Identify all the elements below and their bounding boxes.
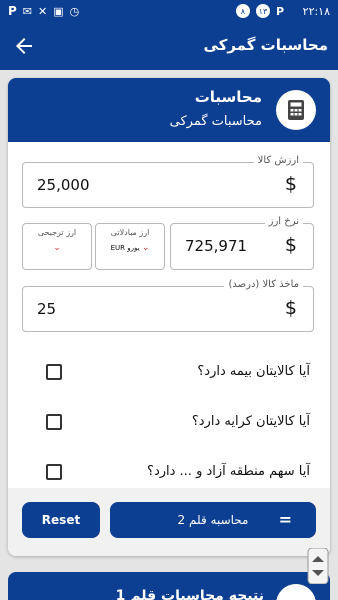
calc-card-footer: Reset محاسبه قلم 2 = xyxy=(8,488,330,556)
freight-checkbox[interactable] xyxy=(46,414,62,430)
freight-question: آیا کالایتان کرایه دارد؟ xyxy=(191,414,310,429)
mail-icon: ✉ xyxy=(22,4,33,18)
preferred-currency-label: ارز ترجیحی xyxy=(37,228,77,237)
status-icons-left: P ✉ ✕ ▣ ◷ xyxy=(8,4,79,18)
insurance-check-row[interactable]: آیا کالایتان بیمه دارد؟ xyxy=(8,354,330,398)
calculate-button[interactable]: محاسبه قلم 2 = xyxy=(110,502,316,538)
scroll-handle-icon[interactable] xyxy=(304,548,332,584)
result-icon xyxy=(276,584,316,600)
equals-icon: = xyxy=(278,510,292,529)
freezone-checkbox[interactable] xyxy=(46,464,62,480)
goods-source-input[interactable]: 25 xyxy=(37,300,56,318)
calc-card-subtitle: محاسبات گمرکی xyxy=(169,114,262,129)
goods-value-field[interactable]: ارزش کالا 25,000 $ xyxy=(22,155,314,208)
goods-source-field[interactable]: ماخذ کالا (درصد) 25 $ xyxy=(22,279,314,332)
p-icon: P xyxy=(275,4,284,18)
page-title: محاسبات گمرکی xyxy=(203,36,328,54)
exchange-currency-select[interactable]: ارز مبادلاتی ⌄ یورو EUR xyxy=(95,223,165,270)
calculator-icon xyxy=(276,90,316,130)
preferred-currency-select[interactable]: ارز ترجیحی ⌄ xyxy=(22,223,92,270)
goods-value-label: ارزش کالا xyxy=(253,155,303,166)
exchange-rate-field[interactable]: نرخ ارز 725,971 $ xyxy=(170,216,314,270)
exchange-currency-value: ⌄ یورو EUR xyxy=(110,243,150,253)
status-bar: P ✉ ✕ ▣ ◷ ۸ ۱۳ P ۲۲:۱۸ xyxy=(0,0,338,24)
freight-check-row[interactable]: آیا کالایتان کرایه دارد؟ xyxy=(8,404,330,448)
notif-badge-2: ۱۳ xyxy=(255,4,270,18)
status-time: ۲۲:۱۸ xyxy=(302,5,330,18)
goods-value-input[interactable]: 25,000 xyxy=(37,176,90,194)
back-arrow-icon[interactable] xyxy=(12,34,36,58)
calc-card-header: محاسبات محاسبات گمرکی xyxy=(8,78,330,142)
status-icons-right: ۸ ۱۳ P xyxy=(235,4,284,18)
alarm-icon: ◷ xyxy=(69,4,80,18)
insurance-checkbox[interactable] xyxy=(46,364,62,380)
preferred-currency-value: ⌄ xyxy=(23,243,91,253)
reset-button[interactable]: Reset xyxy=(22,502,100,538)
dollar-icon: $ xyxy=(284,173,297,195)
dollar-icon: $ xyxy=(284,297,297,319)
goods-source-label: ماخذ کالا (درصد) xyxy=(224,279,303,290)
dollar-icon: $ xyxy=(284,234,297,256)
result-card-title: نتیجه محاسبات قلم 1 xyxy=(115,588,264,600)
insurance-question: آیا کالایتان بیمه دارد؟ xyxy=(197,364,310,379)
calc-card: محاسبات محاسبات گمرکی ارزش کالا 25,000 $… xyxy=(8,78,330,556)
freezone-question: آیا سهم منطقه آزاد و ... دارد؟ xyxy=(147,464,310,479)
app-bar: محاسبات گمرکی xyxy=(0,24,338,70)
result-card: نتیجه محاسبات قلم 1 xyxy=(8,572,330,600)
exchange-rate-input[interactable]: 725,971 xyxy=(185,237,247,255)
exchange-rate-label: نرخ ارز xyxy=(264,216,303,227)
notification-p-icon: P xyxy=(8,4,17,18)
exchange-currency-label: ارز مبادلاتی xyxy=(110,228,150,237)
calc-card-title: محاسبات xyxy=(194,88,262,106)
notif-badge-1: ۸ xyxy=(235,4,250,18)
screenshot-icon: ▣ xyxy=(53,4,64,18)
mute-icon: ✕ xyxy=(38,4,48,18)
chevron-down-icon: ⌄ xyxy=(53,243,61,253)
chevron-down-icon: ⌄ xyxy=(141,243,150,253)
